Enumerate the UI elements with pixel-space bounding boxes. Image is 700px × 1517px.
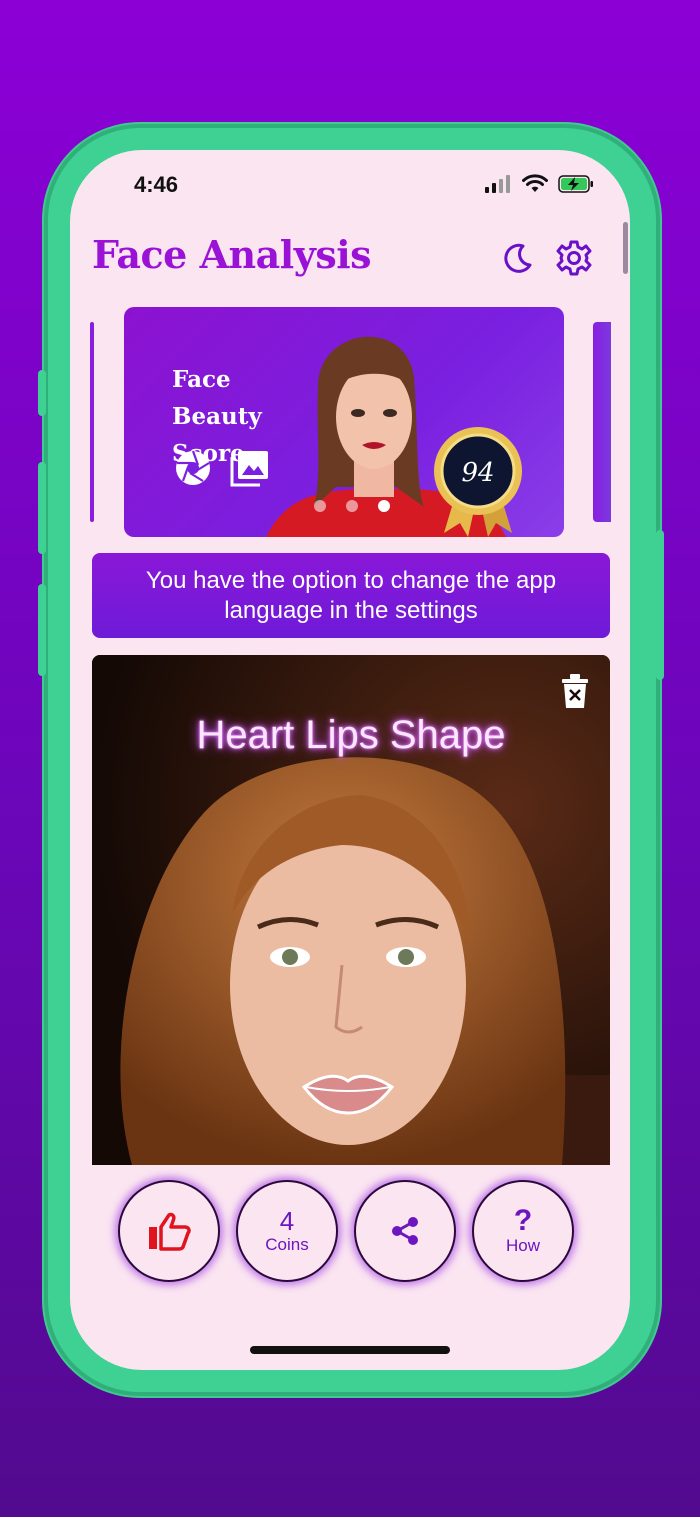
carousel-prev-peek[interactable] [90,322,94,522]
screen: 4:46 Face Analysis Face Beauty Score 94 … [70,150,630,1370]
like-button[interactable] [118,1180,220,1282]
status-icons [484,174,594,194]
camera-shutter-icon[interactable] [174,449,212,487]
carousel-next-peek[interactable] [593,322,611,522]
face-beauty-score-banner[interactable]: Face Beauty Score 94 [124,307,564,537]
score-badge-value: 94 [461,458,494,488]
signal-icon [485,175,510,193]
trash-icon[interactable] [560,673,590,709]
carousel-dot[interactable] [346,500,358,512]
mute-switch [38,370,46,416]
analysis-photo-card: Heart Lips Shape [92,655,610,1165]
thumbs-up-icon [149,1212,191,1251]
carousel-dot-active[interactable] [378,500,390,512]
coins-button[interactable]: 4 Coins [236,1180,338,1282]
volume-down-button [38,584,46,676]
volume-up-button [38,462,46,554]
action-bar: 4 Coins ? How [118,1180,574,1282]
status-time: 4:46 [134,172,179,197]
battery-charging-icon [558,175,593,193]
share-icon [392,1217,418,1245]
analysis-title: Heart Lips Shape [196,713,506,757]
question-mark-icon: ? [513,1204,533,1237]
carousel-dot[interactable] [314,500,326,512]
home-indicator[interactable] [250,1346,450,1354]
score-badge: 94 [434,427,522,537]
power-button [656,530,664,680]
coins-label: Coins [265,1235,309,1254]
language-notice: You have the option to change the app la… [92,553,610,638]
page-title: Face Analysis [92,232,372,277]
scroll-indicator[interactable] [623,222,628,274]
carousel-dots [314,500,390,512]
coins-value: 4 [279,1206,295,1236]
gear-icon[interactable] [554,238,594,278]
how-label: How [505,1236,540,1255]
how-button[interactable]: ? How [472,1180,574,1282]
wifi-icon [522,174,548,192]
moon-icon[interactable] [498,238,538,278]
share-button[interactable] [354,1180,456,1282]
